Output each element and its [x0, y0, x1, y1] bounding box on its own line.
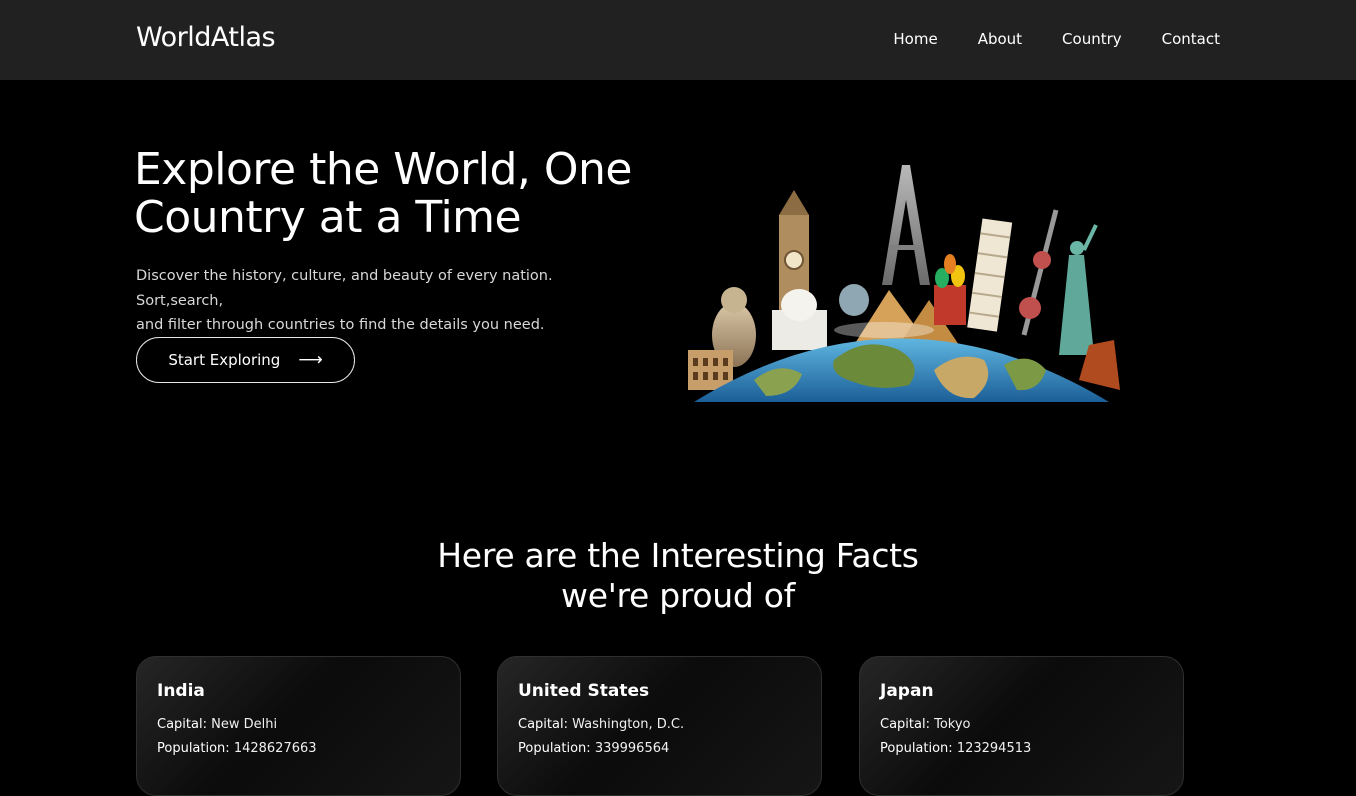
capital-row: Capital: Tokyo: [880, 713, 1163, 737]
capital-value: Tokyo: [934, 717, 971, 732]
nav-link-contact[interactable]: Contact: [1162, 30, 1220, 48]
population-label: Population:: [157, 741, 230, 756]
population-label: Population:: [880, 741, 953, 756]
facts-section-title: Here are the Interesting Facts we're pro…: [378, 536, 978, 616]
arrow-right-icon: ⟶: [298, 350, 323, 370]
facts-title-line-1: Here are the Interesting Facts: [437, 536, 919, 575]
population-row: Population: 123294513: [880, 737, 1163, 761]
capital-row: Capital: New Delhi: [157, 713, 440, 737]
world-landmarks-illustration: [688, 165, 1120, 402]
navbar: WorldAtlas Home About Country Contact: [0, 0, 1356, 80]
country-card-japan[interactable]: Japan Capital: Tokyo Population: 1232945…: [859, 656, 1184, 796]
country-name: Japan: [880, 681, 934, 701]
population-row: Population: 339996564: [518, 737, 801, 761]
capital-value: New Delhi: [211, 717, 278, 732]
hero-title-line-1: Explore the World, One: [134, 144, 632, 195]
hero-title: Explore the World, One Country at a Time: [134, 146, 694, 242]
country-name: India: [157, 681, 205, 701]
population-value: 339996564: [594, 741, 670, 756]
population-value: 123294513: [956, 741, 1032, 756]
population-row: Population: 1428627663: [157, 737, 440, 761]
start-exploring-button[interactable]: Start Exploring ⟶: [136, 337, 355, 383]
nav-link-home[interactable]: Home: [893, 30, 937, 48]
capital-label: Capital:: [518, 717, 568, 732]
population-value: 1428627663: [233, 741, 317, 756]
country-card-india[interactable]: India Capital: New Delhi Population: 142…: [136, 656, 461, 796]
start-exploring-label: Start Exploring: [168, 351, 281, 369]
hero-title-line-2: Country at a Time: [134, 192, 522, 243]
hero-description-line-2: and filter through countries to find the…: [136, 317, 545, 333]
population-label: Population:: [518, 741, 591, 756]
nav-links: Home About Country Contact: [893, 30, 1220, 48]
capital-label: Capital:: [880, 717, 930, 732]
country-name: United States: [518, 681, 650, 701]
country-card-united-states[interactable]: United States Capital: Washington, D.C. …: [497, 656, 822, 796]
facts-title-line-2: we're proud of: [561, 576, 795, 615]
hero-description: Discover the history, culture, and beaut…: [136, 264, 636, 338]
brand-logo[interactable]: WorldAtlas: [136, 22, 276, 53]
nav-link-country[interactable]: Country: [1062, 30, 1122, 48]
capital-value: Washington, D.C.: [572, 717, 685, 732]
capital-label: Capital:: [157, 717, 207, 732]
capital-row: Capital: Washington, D.C.: [518, 713, 801, 737]
hero-description-line-1: Discover the history, culture, and beaut…: [136, 268, 553, 309]
nav-link-about[interactable]: About: [978, 30, 1022, 48]
